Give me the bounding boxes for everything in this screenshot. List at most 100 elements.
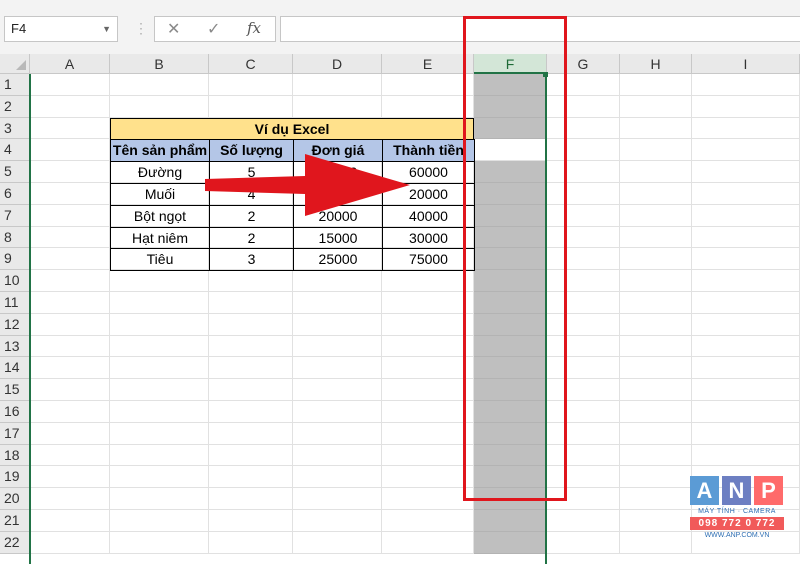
cell-a14[interactable] <box>30 357 110 380</box>
cell-h14[interactable] <box>620 357 692 380</box>
row-header-14[interactable]: 14 <box>0 357 30 380</box>
cell-d12[interactable] <box>293 313 382 336</box>
cell-d16[interactable] <box>293 401 382 423</box>
cell-b21[interactable] <box>110 510 209 532</box>
column-header-d[interactable]: D <box>293 54 382 74</box>
cell-a11[interactable] <box>30 292 110 314</box>
row-header-17[interactable]: 17 <box>0 422 30 445</box>
cell-d20[interactable] <box>293 488 382 510</box>
cell-h21[interactable] <box>620 510 692 532</box>
cell-i13[interactable] <box>692 335 800 358</box>
cell-a7[interactable] <box>30 204 110 227</box>
cell-a12[interactable] <box>30 313 110 336</box>
cell-i6[interactable] <box>692 183 800 205</box>
cell-c12[interactable] <box>209 313 293 336</box>
cell-i11[interactable] <box>692 292 800 314</box>
cell-d15[interactable] <box>293 379 382 401</box>
cell-a17[interactable] <box>30 422 110 445</box>
cell-h11[interactable] <box>620 292 692 314</box>
row-header-13[interactable]: 13 <box>0 335 30 358</box>
cell-a18[interactable] <box>30 444 110 467</box>
row-header-4[interactable]: 4 <box>0 139 30 162</box>
cell-e11[interactable] <box>382 292 474 314</box>
column-header-a[interactable]: A <box>30 54 110 74</box>
cell-h10[interactable] <box>620 270 692 292</box>
cell-d14[interactable] <box>293 357 382 380</box>
cell-h16[interactable] <box>620 401 692 423</box>
cell-e10[interactable] <box>382 270 474 292</box>
cell-i7[interactable] <box>692 204 800 227</box>
cell-d10[interactable] <box>293 270 382 292</box>
cell-b17[interactable] <box>110 422 209 445</box>
cell-f21[interactable] <box>474 510 547 532</box>
cell-e16[interactable] <box>382 401 474 423</box>
cell-b10[interactable] <box>110 270 209 292</box>
cell-i16[interactable] <box>692 401 800 423</box>
cell-h5[interactable] <box>620 161 692 183</box>
row-header-8[interactable]: 8 <box>0 226 30 249</box>
cell-d17[interactable] <box>293 422 382 445</box>
cell-a1[interactable] <box>30 74 110 96</box>
insert-function-icon[interactable]: fx <box>247 19 261 37</box>
cell-b11[interactable] <box>110 292 209 314</box>
cell-i4[interactable] <box>692 139 800 162</box>
row-header-7[interactable]: 7 <box>0 204 30 227</box>
row-header-6[interactable]: 6 <box>0 183 30 205</box>
cancel-icon[interactable]: ✕ <box>167 19 180 39</box>
cell-e20[interactable] <box>382 488 474 510</box>
cell-h2[interactable] <box>620 95 692 118</box>
cell-b15[interactable] <box>110 379 209 401</box>
cell-i2[interactable] <box>692 95 800 118</box>
cell-d22[interactable] <box>293 531 382 554</box>
cell-b1[interactable] <box>110 74 209 96</box>
cell-c1[interactable] <box>209 74 293 96</box>
cell-a8[interactable] <box>30 226 110 249</box>
cell-h4[interactable] <box>620 139 692 162</box>
cell-i3[interactable] <box>692 117 800 140</box>
cell-h19[interactable] <box>620 466 692 489</box>
cell-c13[interactable] <box>209 335 293 358</box>
worksheet-grid[interactable]: A B C D E F G H I 1 2 3 4 5 6 7 8 9 10 11 12 13 14 15 16 17 18 19 20… <box>0 54 800 564</box>
row-header-19[interactable]: 19 <box>0 466 30 489</box>
cell-c19[interactable] <box>209 466 293 489</box>
cell-e17[interactable] <box>382 422 474 445</box>
row-header-11[interactable]: 11 <box>0 292 30 314</box>
cell-a9[interactable] <box>30 248 110 271</box>
cell-b2[interactable] <box>110 95 209 118</box>
cell-i5[interactable] <box>692 161 800 183</box>
cell-a16[interactable] <box>30 401 110 423</box>
cell-a4[interactable] <box>30 139 110 162</box>
cell-a20[interactable] <box>30 488 110 510</box>
cell-d13[interactable] <box>293 335 382 358</box>
cell-i9[interactable] <box>692 248 800 271</box>
cell-h8[interactable] <box>620 226 692 249</box>
cell-i8[interactable] <box>692 226 800 249</box>
cell-d2[interactable] <box>293 95 382 118</box>
cell-d11[interactable] <box>293 292 382 314</box>
row-header-2[interactable]: 2 <box>0 95 30 118</box>
cell-a22[interactable] <box>30 531 110 554</box>
cell-a3[interactable] <box>30 117 110 140</box>
cell-h15[interactable] <box>620 379 692 401</box>
cell-b12[interactable] <box>110 313 209 336</box>
row-header-12[interactable]: 12 <box>0 313 30 336</box>
cell-b18[interactable] <box>110 444 209 467</box>
cell-b13[interactable] <box>110 335 209 358</box>
column-header-b[interactable]: B <box>110 54 209 74</box>
cell-h22[interactable] <box>620 531 692 554</box>
cell-h1[interactable] <box>620 74 692 96</box>
cell-i17[interactable] <box>692 422 800 445</box>
cell-b14[interactable] <box>110 357 209 380</box>
row-header-20[interactable]: 20 <box>0 488 30 510</box>
cell-b19[interactable] <box>110 466 209 489</box>
cell-c2[interactable] <box>209 95 293 118</box>
cell-h3[interactable] <box>620 117 692 140</box>
select-all-button[interactable] <box>0 54 30 74</box>
column-header-e[interactable]: E <box>382 54 474 74</box>
cell-c10[interactable] <box>209 270 293 292</box>
cell-i15[interactable] <box>692 379 800 401</box>
cell-h18[interactable] <box>620 444 692 467</box>
cell-i10[interactable] <box>692 270 800 292</box>
cell-a19[interactable] <box>30 466 110 489</box>
column-header-i[interactable]: I <box>692 54 800 74</box>
